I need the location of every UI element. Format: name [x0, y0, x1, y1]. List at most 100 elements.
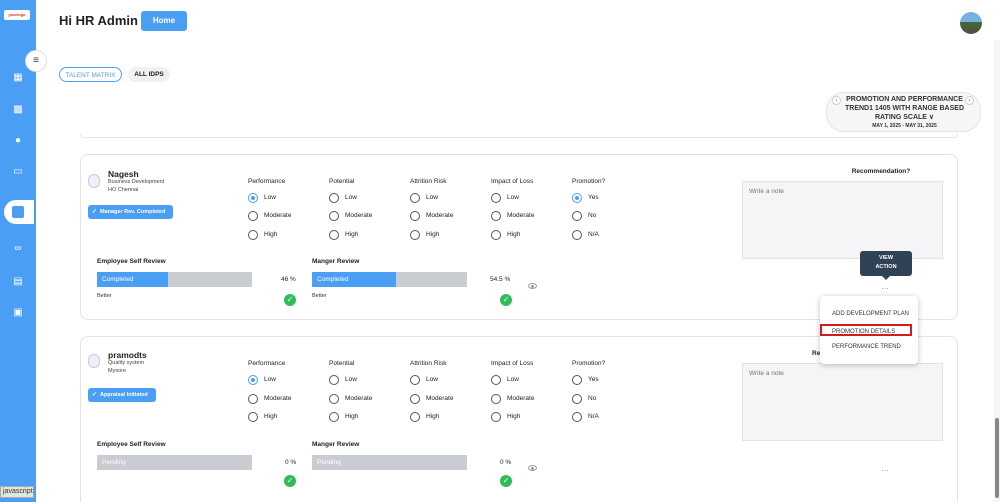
- self-review-percent: 46 %: [281, 276, 296, 283]
- impact-moderate-radio[interactable]: Moderate: [491, 211, 534, 221]
- promotion-yes-radio[interactable]: Yes: [572, 375, 599, 385]
- users-icon[interactable]: ●: [11, 135, 25, 147]
- recommendation-note-input[interactable]: [742, 363, 943, 441]
- dashboard-icon[interactable]: ▦: [11, 72, 25, 84]
- status-badge: Appraisal Initiated: [88, 388, 156, 402]
- manager-review-heading: Manger Review: [312, 258, 360, 265]
- promotion-na-radio[interactable]: N/A: [572, 230, 599, 240]
- attrition-moderate-radio[interactable]: Moderate: [410, 394, 453, 404]
- more-actions-icon[interactable]: …: [881, 282, 889, 291]
- performance-header: Performance: [248, 360, 286, 367]
- manager-review-rating: Better: [312, 293, 327, 299]
- menu-item-add-development-plan[interactable]: ADD DEVELOPMENT PLAN: [820, 308, 918, 320]
- employee-location: HO Chennai: [108, 187, 139, 193]
- impact-header: Impact of Loss: [491, 178, 534, 185]
- book-icon[interactable]: ▩: [11, 104, 25, 116]
- attrition-low-radio[interactable]: Low: [410, 193, 438, 203]
- tab-all-idps[interactable]: ALL IDPS: [128, 67, 170, 82]
- radio-selected-icon: [248, 193, 258, 203]
- impact-low-radio[interactable]: Low: [491, 375, 519, 385]
- promotion-yes-radio[interactable]: Yes: [572, 193, 599, 203]
- promotion-header: Promotion?: [572, 360, 606, 367]
- calendar-icon[interactable]: ▣: [11, 307, 25, 319]
- check-circle-icon: ✓: [500, 294, 512, 306]
- employee-location: Mysore: [108, 368, 127, 374]
- checklist-icon[interactable]: ▤: [11, 276, 25, 288]
- impact-low-radio[interactable]: Low: [491, 193, 519, 203]
- potential-low-radio[interactable]: Low: [329, 193, 357, 203]
- menu-collapse-icon[interactable]: ≡: [25, 50, 47, 72]
- potential-moderate-radio[interactable]: Moderate: [329, 211, 372, 221]
- chevron-right-icon[interactable]: ›: [965, 96, 974, 105]
- chevron-left-icon[interactable]: ‹: [832, 96, 841, 105]
- avatar[interactable]: [960, 12, 982, 34]
- potential-high-radio[interactable]: High: [329, 230, 358, 240]
- company-logo: yourlogo: [4, 10, 30, 20]
- attrition-header: Attrition Risk: [410, 360, 447, 367]
- impact-moderate-radio[interactable]: Moderate: [491, 394, 534, 404]
- eye-icon[interactable]: [528, 283, 537, 289]
- performance-high-radio[interactable]: High: [248, 412, 277, 422]
- performance-low-radio[interactable]: Low: [248, 375, 276, 385]
- page-title: Hi HR Admin: [59, 13, 138, 28]
- potential-header: Potential: [329, 360, 355, 367]
- status-badge: Manager Rev. Completed: [88, 205, 174, 219]
- recommendation-note-input[interactable]: [742, 181, 943, 259]
- potential-high-radio[interactable]: High: [329, 412, 358, 422]
- sidebar: yourlogo ▦ ▩ ● ▭ ∞ ▤ ▣: [0, 0, 36, 502]
- employee-name: pramodts: [108, 350, 147, 360]
- attrition-high-radio[interactable]: High: [410, 412, 439, 422]
- promotion-no-radio[interactable]: No: [572, 211, 596, 221]
- chevron-down-icon[interactable]: ∨: [929, 114, 934, 121]
- attrition-moderate-radio[interactable]: Moderate: [410, 211, 453, 221]
- performance-moderate-radio[interactable]: Moderate: [248, 211, 291, 221]
- employee-avatar: [88, 174, 100, 188]
- promotion-no-radio[interactable]: No: [572, 394, 596, 404]
- book-open-icon[interactable]: ▭: [11, 166, 25, 178]
- impact-header: Impact of Loss: [491, 360, 534, 367]
- employee-avatar: [88, 354, 100, 368]
- tab-talent-matrix[interactable]: TALENT MATRIX: [59, 67, 122, 82]
- more-actions-icon[interactable]: …: [881, 464, 889, 473]
- check-circle-icon: ✓: [284, 475, 296, 487]
- impact-high-radio[interactable]: High: [491, 230, 520, 240]
- menu-item-performance-trend[interactable]: PERFORMANCE TREND: [820, 341, 918, 353]
- recommendation-heading: Recommendation?: [851, 168, 911, 175]
- self-review-percent: 0 %: [285, 459, 297, 466]
- promotion-na-radio[interactable]: N/A: [572, 412, 599, 422]
- sidebar-item-active[interactable]: [4, 200, 34, 224]
- cycle-title: PROMOTION AND PERFORMANCE TREND1 1405 WI…: [844, 96, 965, 121]
- check-circle-icon: ✓: [284, 294, 296, 306]
- action-menu: ADD DEVELOPMENT PLAN PROMOTION DETAILS P…: [820, 296, 918, 364]
- performance-moderate-radio[interactable]: Moderate: [248, 394, 291, 404]
- cycle-dates: MAY 1, 2025 - MAY 31, 2025: [872, 123, 937, 129]
- performance-header: Performance: [248, 178, 286, 185]
- self-review-rating: Better: [97, 293, 112, 299]
- manager-review-percent: 0 %: [500, 459, 512, 466]
- potential-header: Potential: [329, 178, 355, 185]
- view-action-tooltip: VIEW ACTION: [860, 251, 912, 280]
- impact-high-radio[interactable]: High: [491, 412, 520, 422]
- eye-icon[interactable]: [528, 465, 537, 471]
- cycle-selector[interactable]: ‹ PROMOTION AND PERFORMANCE TREND1 1405 …: [826, 92, 981, 132]
- attrition-high-radio[interactable]: High: [410, 230, 439, 240]
- potential-low-radio[interactable]: Low: [329, 375, 357, 385]
- manager-review-progress: Pending: [312, 455, 467, 470]
- performance-low-radio[interactable]: Low: [248, 193, 276, 203]
- employee-department: Business Development: [108, 179, 165, 185]
- performance-high-radio[interactable]: High: [248, 230, 277, 240]
- employee-name: Nagesh: [108, 169, 139, 179]
- menu-item-promotion-details[interactable]: PROMOTION DETAILS: [820, 324, 912, 336]
- home-button[interactable]: Home: [141, 11, 187, 31]
- handshake-icon[interactable]: ∞: [11, 243, 25, 255]
- chart-icon: [12, 206, 24, 218]
- check-circle-icon: ✓: [500, 475, 512, 487]
- self-review-progress: Pending: [97, 455, 252, 470]
- scrollbar-thumb[interactable]: [995, 418, 999, 498]
- potential-moderate-radio[interactable]: Moderate: [329, 394, 372, 404]
- self-review-progress: Completed: [97, 272, 252, 287]
- attrition-low-radio[interactable]: Low: [410, 375, 438, 385]
- self-review-heading: Employee Self Review: [97, 258, 166, 265]
- status-bar: javascript:: [0, 486, 35, 498]
- list-divider: [80, 134, 958, 138]
